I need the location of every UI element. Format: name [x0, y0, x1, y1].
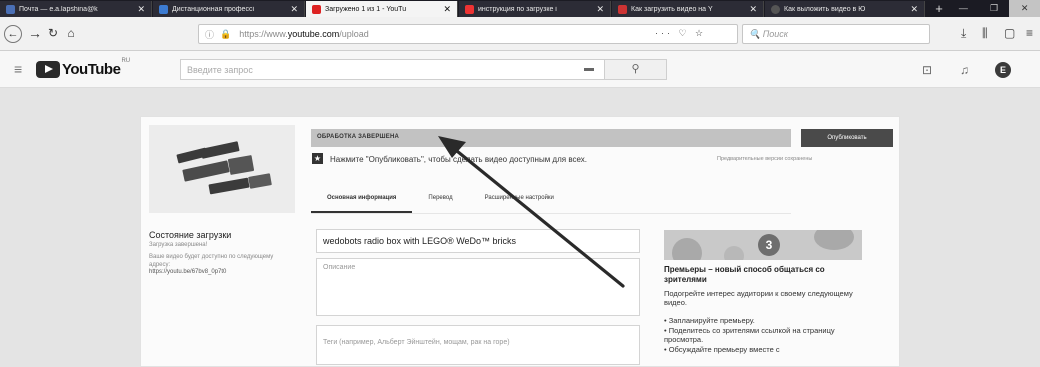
youtube-icon [312, 4, 321, 14]
page-actions[interactable]: ··· ♡ ☆ [655, 28, 706, 39]
minimize-icon[interactable]: — [948, 0, 979, 17]
browser-tab-howto-post[interactable]: Как выложить видео в Ю ✕ [765, 1, 925, 17]
tab-label: Загружено 1 из 1 - YouTu [325, 5, 407, 13]
tab-translation[interactable]: Перевод [412, 185, 468, 213]
upload-tabs: Основная информация Перевод Расширенные … [311, 185, 570, 213]
banner-decoration [724, 246, 744, 260]
keyboard-icon[interactable]: ▬ [584, 63, 594, 74]
search-button[interactable]: ⚲ [605, 59, 667, 80]
thumbnail-brick [182, 160, 230, 182]
premiere-number-badge: 3 [758, 234, 780, 256]
thumbnail-brick [208, 177, 250, 195]
new-tab-button[interactable]: + [932, 2, 946, 16]
maximize-icon[interactable]: ❐ [979, 0, 1010, 17]
lock-icon: 🔒 [220, 28, 232, 39]
browser-tab-instruction[interactable]: инструкция по загрузке і ✕ [459, 1, 611, 17]
list-item: Поделитесь со зрителями ссылкой на стран… [664, 326, 864, 345]
menu-icon[interactable]: ≡ [1026, 26, 1033, 40]
sidebar-icon[interactable]: ▢ [1004, 26, 1015, 40]
saved-note: Предварительные версии сохранены [717, 156, 813, 162]
browser-tab-howto-upload[interactable]: Как загрузить видео на Y ✕ [612, 1, 764, 17]
browser-search-input[interactable]: 🔍 Поиск [742, 24, 930, 44]
window-controls: — ❐ ✕ [948, 0, 1040, 17]
search-placeholder: Введите запрос [187, 65, 253, 75]
premieres-banner: 3 [664, 230, 862, 260]
thumbnail-brick [227, 155, 255, 175]
forward-button[interactable]: → [26, 25, 44, 43]
play-icon [36, 60, 60, 78]
tabs-divider [311, 213, 791, 214]
tab-label: инструкция по загрузке і [478, 5, 557, 13]
youtube-wordmark: YouTube [62, 60, 121, 78]
window-close-icon[interactable]: ✕ [1009, 0, 1040, 17]
upload-status-subtitle: Загрузка завершена! [149, 242, 208, 248]
upload-video-icon[interactable]: ⊡ [922, 63, 932, 77]
close-icon[interactable]: ✕ [596, 4, 604, 15]
browser-tab-mail[interactable]: Почта — e.a.lapshina@k ✕ [0, 1, 152, 17]
banner-decoration [672, 238, 702, 260]
region-badge: RU [121, 58, 131, 64]
browser-search-placeholder: Поиск [762, 29, 789, 39]
site-icon [771, 4, 780, 14]
tab-basic-info[interactable]: Основная информация [311, 185, 413, 213]
url-scheme: https://www. [239, 29, 288, 39]
browser-tab-distance[interactable]: Дистанционная профессі ✕ [153, 1, 305, 17]
thumbnail-brick [248, 173, 272, 189]
banner-decoration [814, 230, 854, 250]
browser-nav-bar: ← → ↻ ⌂ ⓘ 🔒 https://www. youtube.com/uplo… [0, 17, 1040, 51]
premieres-subtitle: Подогрейте интерес аудитории к своему сл… [664, 289, 853, 307]
upload-status-note: Ваше видео будет доступно по следующему … [149, 254, 274, 268]
url-path: /upload [339, 29, 369, 39]
tab-label: Как загрузить видео на Y [631, 5, 713, 13]
progress-label: ОБРАБОТКА ЗАВЕРШЕНА [317, 134, 400, 140]
mail-icon [6, 4, 15, 14]
tab-label: Как выложить видео в Ю [784, 5, 866, 13]
list-item: Запланируйте премьеру. [664, 316, 864, 326]
tab-advanced-settings[interactable]: Расширенные настройки [469, 185, 570, 213]
library-icon[interactable]: ⫼ [982, 26, 988, 41]
yandex-icon [465, 4, 474, 14]
close-icon[interactable]: ✕ [290, 4, 298, 15]
bell-icon[interactable]: ♫ [960, 63, 969, 77]
thumbnail-brick [200, 141, 240, 159]
youtube-logo[interactable]: YouTube RU [36, 58, 131, 78]
close-icon[interactable]: ✕ [137, 4, 145, 15]
video-title-input[interactable]: wedobots radio box with LEGO® WeDo™ bric… [316, 229, 640, 253]
publish-button[interactable]: Опубликовать [801, 129, 893, 147]
info-icon[interactable]: ⓘ [205, 28, 214, 41]
processing-progress-bar: ОБРАБОТКА ЗАВЕРШЕНА [311, 129, 791, 147]
browser-tab-strip: Почта — e.a.lapshina@k ✕ Дистанционная п… [0, 0, 1040, 17]
close-icon[interactable]: ✕ [749, 4, 757, 15]
tags-input[interactable]: Теги (например, Альберт Эйнштейн, мощам,… [316, 325, 640, 365]
description-input[interactable]: Описание [316, 258, 640, 316]
youtube-header: ≡ YouTube RU Введите запрос ▬ ⚲ ⊡ ♫ E [0, 51, 1040, 88]
video-link[interactable]: https://youtu.be/67bv8_0p7t0 [149, 269, 226, 275]
home-button[interactable]: ⌂ [62, 25, 80, 43]
premieres-list: Запланируйте премьеру. Поделитесь со зри… [664, 316, 864, 354]
upload-status-title: Состояние загрузки [149, 230, 232, 240]
avatar[interactable]: E [995, 62, 1011, 78]
youtube-search-input[interactable]: Введите запрос [180, 59, 605, 80]
tab-label: Почта — e.a.lapshina@k [19, 5, 98, 13]
publish-hint: Нажмите "Опубликовать", чтобы сделать ви… [330, 155, 587, 164]
download-icon[interactable]: ⤓ [961, 26, 966, 41]
star-icon: ★ [312, 153, 323, 164]
premieres-title: Премьеры – новый способ общаться со зрит… [664, 265, 825, 284]
upload-card: Состояние загрузки Загрузка завершена! В… [140, 116, 900, 367]
close-icon[interactable]: ✕ [910, 4, 918, 15]
back-button[interactable]: ← [4, 25, 22, 43]
site-icon [159, 4, 168, 14]
video-thumbnail [149, 125, 295, 213]
browser-tab-youtube[interactable]: Загружено 1 из 1 - YouTu ✕ [306, 1, 458, 17]
url-host: youtube.com [287, 29, 340, 39]
close-icon[interactable]: ✕ [443, 4, 451, 15]
tab-label: Дистанционная профессі [172, 5, 254, 13]
reload-button[interactable]: ↻ [44, 25, 62, 43]
youtube-icon [618, 4, 627, 14]
hamburger-icon[interactable]: ≡ [14, 61, 22, 77]
list-item: Обсуждайте премьеру вместе с [664, 345, 864, 355]
